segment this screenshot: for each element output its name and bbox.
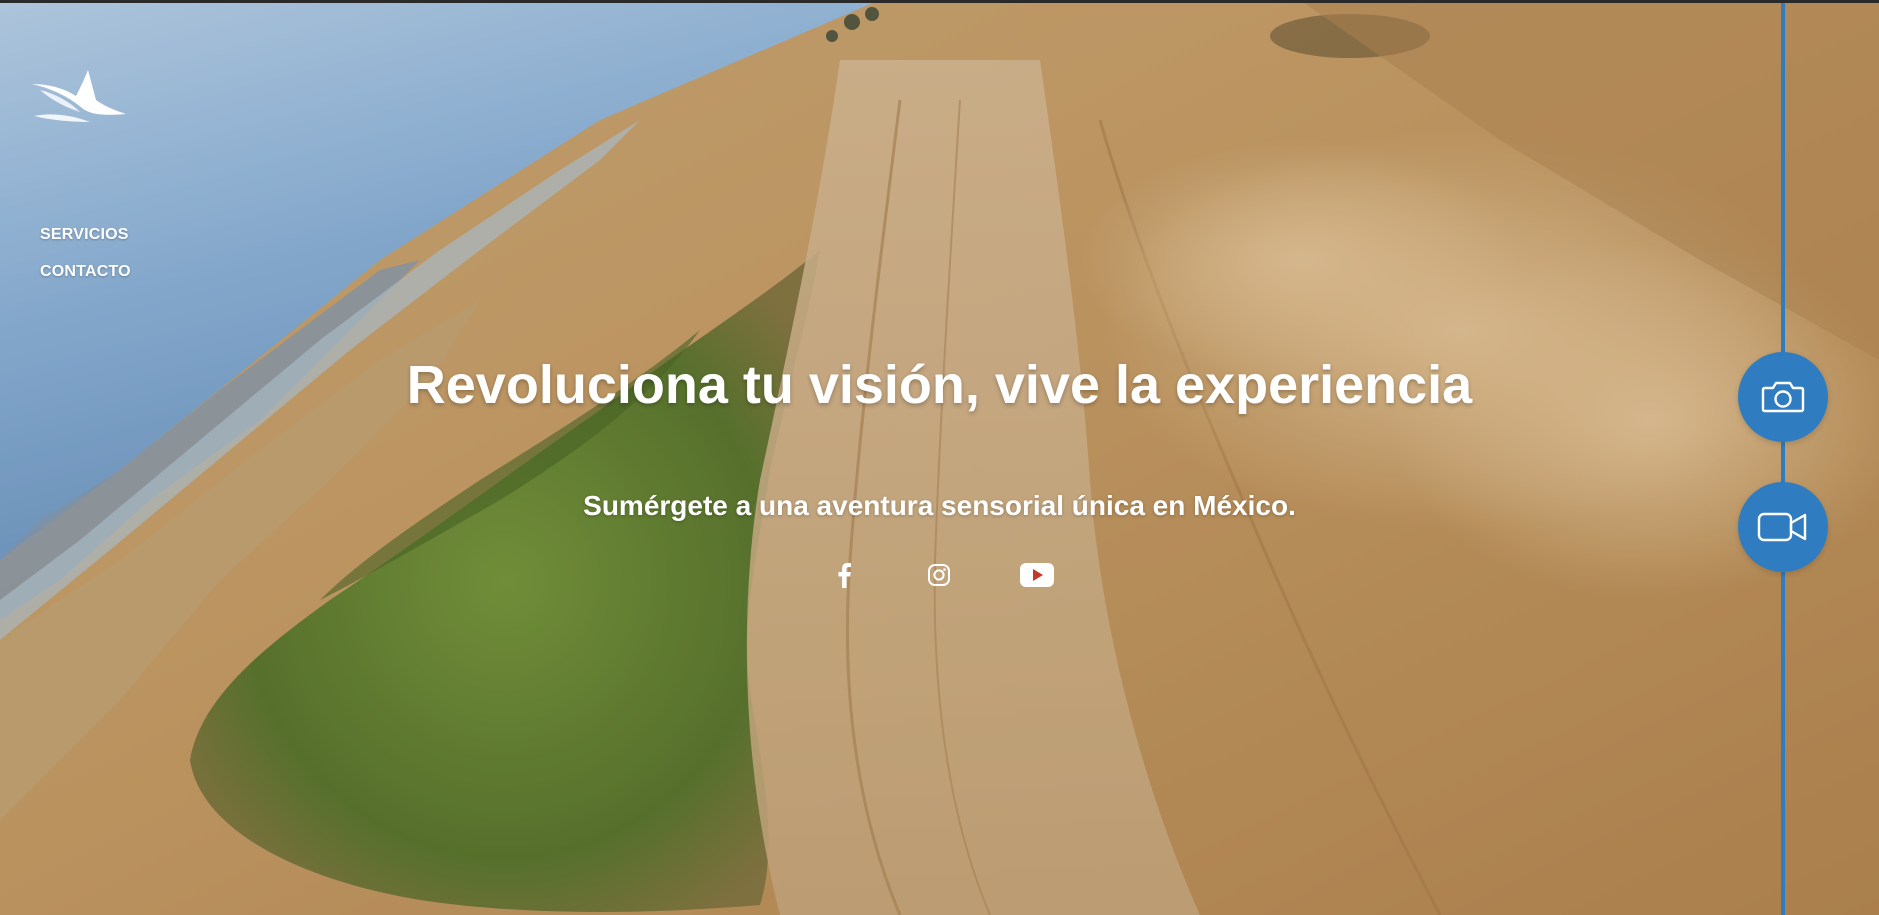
nav-link-contacto[interactable]: CONTACTO — [40, 263, 131, 281]
social-links — [0, 558, 1879, 592]
background-video-frame — [0, 0, 1879, 915]
brand-logo[interactable] — [30, 66, 130, 124]
photo-button[interactable] — [1738, 352, 1828, 442]
instagram-icon[interactable] — [922, 558, 956, 592]
nav-link-servicios[interactable]: SERVICIOS — [40, 226, 131, 244]
facebook-icon[interactable] — [827, 558, 861, 592]
video-camera-icon — [1757, 512, 1807, 542]
camera-icon — [1761, 381, 1805, 413]
youtube-icon[interactable] — [1019, 558, 1055, 592]
video-button[interactable] — [1738, 482, 1828, 572]
hero-subheadline: Sumérgete a una aventura sensorial única… — [583, 490, 1296, 521]
hero-headline: Revoluciona tu visión, vive la experienc… — [406, 355, 1473, 415]
hero-section: SERVICIOS CONTACTO Revoluciona tu visión… — [0, 0, 1879, 915]
top-border — [0, 0, 1879, 3]
side-rail — [1781, 0, 1785, 915]
main-nav: SERVICIOS CONTACTO — [40, 226, 131, 300]
